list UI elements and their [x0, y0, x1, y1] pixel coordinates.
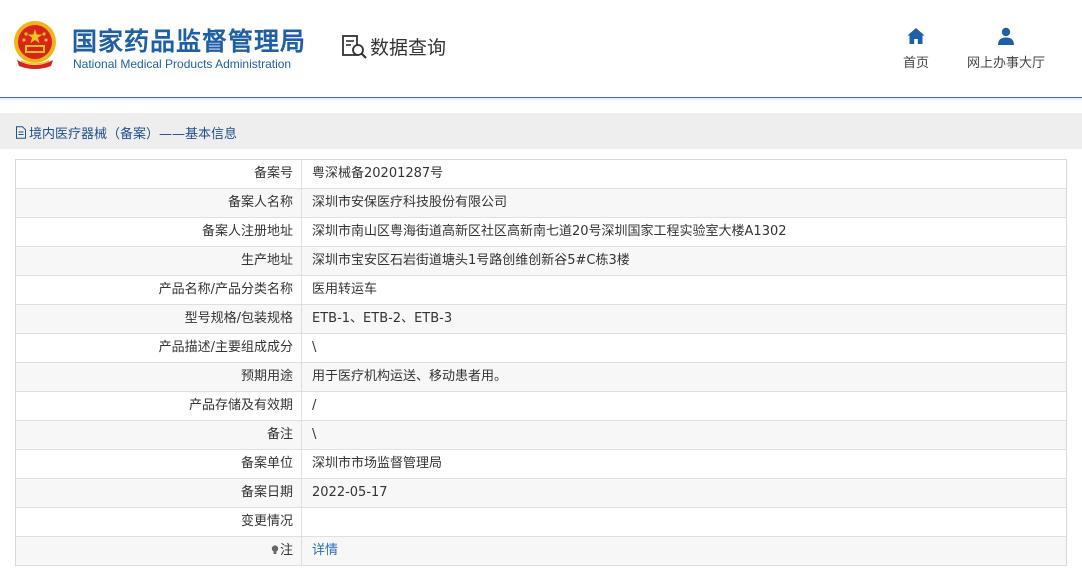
row-label: 备案日期 [16, 479, 302, 507]
table-row: 备案日期 2022-05-17 [16, 479, 1066, 508]
section-title-bar: 境内医疗器械（备案）——基本信息 [0, 113, 1082, 149]
row-value: 医用转运车 [312, 282, 378, 297]
row-value [302, 508, 1066, 536]
table-row: 生产地址 深圳市宝安区石岩街道塘头1号路创维创新谷5#C栋3楼 [16, 247, 1066, 276]
data-query-icon [342, 35, 367, 59]
row-value: \ [312, 340, 317, 355]
row-label: 产品描述/主要组成成分 [16, 334, 302, 362]
row-value: 粤深械备20201287号 [312, 166, 444, 181]
header-divider-shadow [0, 98, 1082, 102]
nav-home-label: 首页 [902, 56, 929, 71]
table-row: 注 详情 [16, 537, 1066, 566]
row-label: 备案人注册地址 [16, 218, 302, 246]
nav-online-hall-label: 网上办事大厅 [966, 56, 1045, 71]
table-row: 备案人名称 深圳市安保医疗科技股份有限公司 [16, 189, 1066, 218]
row-value: 深圳市南山区粤海街道高新区社区高新南七道20号深圳国家工程实验室大楼A1302 [312, 224, 787, 239]
row-value: \ [312, 427, 317, 442]
table-row: 型号规格/包装规格 ETB-1、ETB-2、ETB-3 [16, 305, 1066, 334]
site-header: 国家药品监督管理局 National Medical Products Admi… [0, 0, 1082, 98]
row-value: 深圳市宝安区石岩街道塘头1号路创维创新谷5#C栋3楼 [312, 253, 630, 268]
row-label: 产品名称/产品分类名称 [16, 276, 302, 304]
row-label: 变更情况 [16, 508, 302, 536]
row-label: 预期用途 [16, 363, 302, 391]
row-label: 备案号 [16, 160, 302, 188]
document-icon [16, 126, 26, 139]
row-value: 用于医疗机构运送、移动患者用。 [312, 369, 508, 384]
table-row: 备案单位 深圳市市场监督管理局 [16, 450, 1066, 479]
home-icon [907, 28, 925, 44]
data-query-title: 数据查询 [340, 30, 446, 62]
row-label: 生产地址 [16, 247, 302, 275]
row-label: 备注 [16, 421, 302, 449]
row-value: 深圳市市场监督管理局 [312, 456, 443, 471]
data-query-label: 数据查询 [370, 36, 447, 59]
nav-online-hall-link[interactable]: 网上办事大厅 [964, 26, 1048, 71]
row-label: 备案单位 [16, 450, 302, 478]
row-label: 产品存储及有效期 [16, 392, 302, 420]
national-emblem-icon [14, 21, 56, 69]
row-value: 2022-05-17 [312, 485, 388, 500]
org-name-en: National Medical Products Administration [73, 57, 292, 71]
row-value: 深圳市安保医疗科技股份有限公司 [312, 195, 508, 210]
info-table: 备案号 粤深械备20201287号 备案人名称 深圳市安保医疗科技股份有限公司 … [15, 159, 1067, 566]
table-row: 备案号 粤深械备20201287号 [16, 160, 1066, 189]
table-row: 产品名称/产品分类名称 医用转运车 [16, 276, 1066, 305]
table-row: 备案人注册地址 深圳市南山区粤海街道高新区社区高新南七道20号深圳国家工程实验室… [16, 218, 1066, 247]
section-title: 境内医疗器械（备案）——基本信息 [29, 127, 238, 142]
table-row: 产品存储及有效期 / [16, 392, 1066, 421]
user-icon [998, 27, 1014, 45]
row-label: 型号规格/包装规格 [16, 305, 302, 333]
row-label: 注 [279, 543, 293, 558]
row-value: ETB-1、ETB-2、ETB-3 [312, 311, 453, 326]
row-value: / [312, 398, 317, 413]
row-label: 备案人名称 [16, 189, 302, 217]
table-row: 预期用途 用于医疗机构运送、移动患者用。 [16, 363, 1066, 392]
details-link[interactable]: 详情 [302, 537, 1066, 565]
lightbulb-icon [271, 545, 279, 554]
nav-home-link[interactable]: 首页 [899, 26, 933, 71]
note-label-cell: 注 [16, 537, 302, 565]
org-name-cn: 国家药品监督管理局 [72, 27, 307, 56]
table-row: 变更情况 [16, 508, 1066, 537]
table-row: 备注 \ [16, 421, 1066, 450]
table-row: 产品描述/主要组成成分 \ [16, 334, 1066, 363]
